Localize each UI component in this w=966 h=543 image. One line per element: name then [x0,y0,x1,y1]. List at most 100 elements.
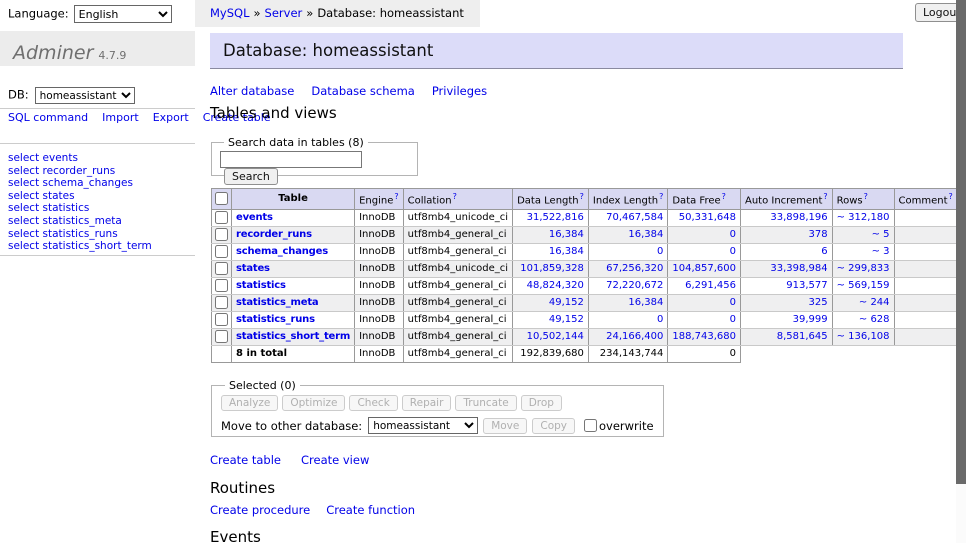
table-link-schema-changes[interactable]: schema_changes [236,246,328,257]
cell-data-length: 49,152 [513,295,589,312]
sidebar-link-select-statistics[interactable]: select statistics [8,202,89,214]
sidebar-link-select-statistics-meta[interactable]: select statistics_meta [8,215,122,227]
bulk-truncate-button[interactable]: Truncate [455,395,516,411]
help-link[interactable]: ? [949,192,953,201]
sidebar-link-export[interactable]: Export [153,111,189,124]
tables-and-views-title: Tables and views [210,104,337,122]
action-link-privileges[interactable]: Privileges [432,84,487,98]
table-link-recorder-runs[interactable]: recorder_runs [236,229,312,240]
help-link[interactable]: ? [823,192,827,201]
select-all-checkbox[interactable] [215,192,228,205]
sidebar-link-sql-command[interactable]: SQL command [8,111,88,124]
app-title: Adminer4.7.9 [0,31,195,66]
sidebar-table-item: select statistics_short_term [8,240,152,253]
sidebar-table-item: select statistics_runs [8,228,152,241]
language-select[interactable]: English [74,5,172,23]
cell-engine: InnoDB [355,210,404,227]
breadcrumb-mysql-link[interactable]: MySQL [210,6,250,20]
move-button[interactable]: Move [483,418,527,434]
scrollbar-thumb[interactable] [956,0,966,484]
cell-table-name: states [232,261,355,278]
row-checkbox[interactable] [215,245,228,258]
bulk-check-button[interactable]: Check [349,395,397,411]
action-link-database-schema[interactable]: Database schema [311,84,414,98]
link-create-table[interactable]: Create table [210,453,281,467]
breadcrumb-server-link[interactable]: Server [265,6,303,20]
table-link-events[interactable]: events [236,212,273,223]
bulk-drop-button[interactable]: Drop [521,395,562,411]
cell-index-length: 0 [588,312,667,329]
row-select-cell [212,210,232,227]
link-create-view[interactable]: Create view [301,453,369,467]
db-select[interactable]: homeassistant [35,87,135,104]
cell-auto-increment: 8,581,645 [740,329,832,346]
cell-index-length: 70,467,584 [588,210,667,227]
cell-table-name: statistics_runs [232,312,355,329]
cell-comment [894,227,957,244]
table-link-statistics[interactable]: statistics [236,280,286,291]
row-select-cell [212,312,232,329]
search-input[interactable] [220,151,362,168]
search-button[interactable]: Search [224,168,278,185]
sidebar-link-import[interactable]: Import [102,111,139,124]
link-create-function[interactable]: Create function [326,503,415,517]
column-label: Index Length [593,195,658,206]
cell-collation: utf8mb4_general_ci [403,312,512,329]
link-create-procedure[interactable]: Create procedure [210,503,310,517]
sidebar-link-select-statistics-short-term[interactable]: select statistics_short_term [8,240,152,252]
row-checkbox[interactable] [215,313,228,326]
sidebar-link-select-statistics-runs[interactable]: select statistics_runs [8,228,118,240]
create-links: Create table Create view [210,453,389,467]
cell-data-length: 16,384 [513,227,589,244]
column-header-index-length: Index Length? [588,189,667,210]
row-checkbox[interactable] [215,228,228,241]
help-link[interactable]: ? [580,192,584,201]
help-link[interactable]: ? [394,192,398,201]
cell-rows: ~ 3 [832,244,894,261]
table-row: eventsInnoDButf8mb4_unicode_ci31,522,816… [212,210,958,227]
cell-collation: utf8mb4_general_ci [403,244,512,261]
cell-engine: InnoDB [355,295,404,312]
table-link-states[interactable]: states [236,263,270,274]
sidebar-link-select-events[interactable]: select events [8,152,78,164]
copy-button[interactable]: Copy [532,418,575,434]
select-all-header-cell [212,189,232,210]
help-link[interactable]: ? [864,192,868,201]
cell-table-name: recorder_runs [232,227,355,244]
cell-rows: ~ 628 [832,312,894,329]
cell-collation: utf8mb4_unicode_ci [403,210,512,227]
column-header-collation: Collation? [403,189,512,210]
row-checkbox[interactable] [215,330,228,343]
sidebar-link-select-schema-changes[interactable]: select schema_changes [8,177,133,189]
row-checkbox[interactable] [215,279,228,292]
cell-collation: utf8mb4_general_ci [403,329,512,346]
table-link-statistics-short-term[interactable]: statistics_short_term [236,331,350,342]
sidebar-link-select-states[interactable]: select states [8,190,75,202]
help-link[interactable]: ? [659,192,663,201]
selected-buttons: AnalyzeOptimizeCheck RepairTruncate Drop [221,395,654,411]
overwrite-checkbox[interactable] [584,419,597,432]
row-checkbox[interactable] [215,211,228,224]
row-checkbox[interactable] [215,296,228,309]
cell-engine: InnoDB [355,261,404,278]
action-link-alter-database[interactable]: Alter database [210,84,294,98]
total-empty-cell [212,346,232,363]
table-row: statistics_metaInnoDButf8mb4_general_ci4… [212,295,958,312]
table-row: statistics_runsInnoDButf8mb4_general_ci4… [212,312,958,329]
bulk-analyze-button[interactable]: Analyze [221,395,278,411]
vertical-scrollbar[interactable] [956,0,966,543]
move-db-select[interactable]: homeassistant [368,417,478,434]
cell-index-length: 16,384 [588,295,667,312]
sidebar-link-select-recorder-runs[interactable]: select recorder_runs [8,165,115,177]
column-label: Data Length [517,195,579,206]
table-link-statistics-runs[interactable]: statistics_runs [236,314,315,325]
cell-data-free: 104,857,600 [668,261,741,278]
bulk-optimize-button[interactable]: Optimize [282,395,345,411]
bulk-repair-button[interactable]: Repair [402,395,452,411]
help-link[interactable]: ? [453,192,457,201]
sidebar: Language:English Adminer4.7.9 DB:homeass… [0,0,195,543]
table-link-statistics-meta[interactable]: statistics_meta [236,297,318,308]
row-checkbox[interactable] [215,262,228,275]
help-link[interactable]: ? [722,192,726,201]
cell-data-length: 48,824,320 [513,278,589,295]
